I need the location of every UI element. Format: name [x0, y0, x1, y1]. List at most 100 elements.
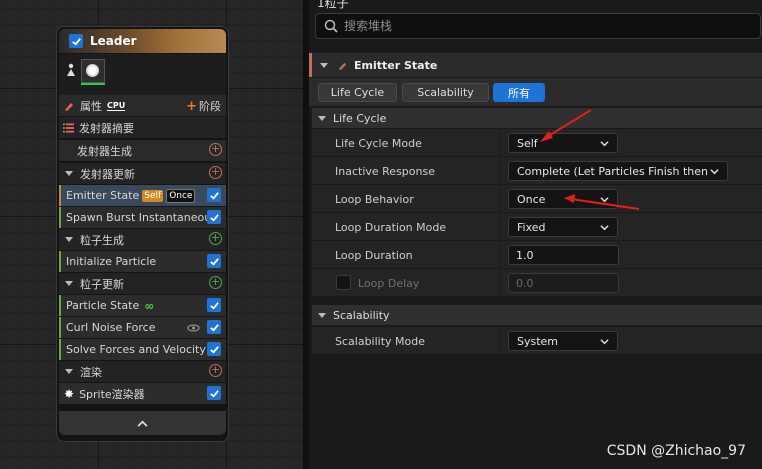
column-divider[interactable]	[499, 157, 500, 185]
prop-label: Loop Delay	[358, 277, 420, 290]
module-solve-forces[interactable]: Solve Forces and Velocity	[59, 339, 226, 360]
module-emitter-state[interactable]: Emitter State Self Once	[59, 185, 226, 206]
particle-update-label: 粒子更新	[80, 277, 124, 291]
column-divider[interactable]	[499, 213, 500, 241]
checkmark-icon	[209, 213, 219, 222]
category-life-cycle[interactable]: Life Cycle	[312, 108, 762, 128]
chevron-down-icon[interactable]	[65, 281, 73, 286]
emitter-spawn-row[interactable]: 发射器生成 +	[59, 140, 226, 161]
loop-duration-field[interactable]: 1.0	[508, 245, 619, 265]
prop-loop-duration-mode: Loop Duration Mode Fixed	[312, 213, 762, 241]
module-label: Solve Forces and Velocity	[66, 343, 206, 356]
add-stage-button[interactable]: + 阶段	[186, 98, 221, 114]
chevron-down-icon[interactable]	[318, 312, 326, 318]
module-label: Emitter State	[66, 189, 140, 202]
filter-scalability[interactable]: Scalability	[402, 83, 489, 102]
category-scalability[interactable]: Scalability	[312, 305, 762, 325]
sprite-renderer-row[interactable]: ✸ Sprite渲染器	[59, 383, 226, 404]
chevron-down-icon[interactable]	[65, 369, 73, 374]
search-input[interactable]	[342, 18, 726, 34]
prop-loop-behavior: Loop Behavior Once	[312, 185, 762, 213]
prop-loop-delay: Loop Delay 0.0	[312, 269, 762, 297]
scalability-mode-dropdown[interactable]: System	[508, 331, 618, 351]
chevron-down-icon[interactable]	[318, 115, 326, 121]
search-stack-field[interactable]	[315, 13, 761, 39]
module-enable-checkbox[interactable]	[207, 210, 221, 224]
inactive-response-dropdown[interactable]: Complete (Let Particles Finish then	[508, 161, 728, 181]
filter-life-cycle[interactable]: Life Cycle	[318, 83, 397, 102]
particle-spawn-label: 粒子生成	[80, 233, 124, 247]
life-cycle-mode-dropdown[interactable]: Self	[508, 133, 618, 153]
module-spawn-burst[interactable]: Spawn Burst Instantaneous	[59, 207, 226, 228]
module-initialize-particle[interactable]: Initialize Particle	[59, 251, 226, 272]
module-enable-checkbox[interactable]	[207, 254, 221, 268]
particle-spawn-row[interactable]: 粒子生成 +	[59, 229, 226, 250]
category-label: Scalability	[333, 308, 390, 322]
loop-behavior-dropdown[interactable]: Once	[508, 189, 618, 209]
dropdown-value: System	[517, 334, 559, 348]
module-enable-checkbox[interactable]	[207, 188, 221, 202]
emitter-node[interactable]: Leader 属性 CPU + 阶段 发射器摘要 发射器生成 + 发射器更新 +…	[56, 26, 229, 442]
column-divider[interactable]	[499, 185, 500, 213]
render-row[interactable]: 渲染 +	[59, 361, 226, 382]
selection-panel: 1粒子 Emitter State Life Cycle Scalability…	[309, 0, 762, 469]
prop-loop-duration: Loop Duration 1.0	[312, 241, 762, 269]
chevron-down-icon[interactable]	[320, 62, 328, 68]
module-curl-noise-force[interactable]: Curl Noise Force	[59, 317, 226, 338]
module-label: Initialize Particle	[66, 255, 157, 268]
self-badge: Self	[142, 189, 164, 202]
render-label: 渲染	[80, 365, 102, 379]
search-icon	[324, 19, 338, 33]
loop-delay-override-checkbox[interactable]	[336, 275, 351, 290]
column-divider[interactable]	[499, 129, 500, 157]
chevron-down-icon	[600, 225, 609, 231]
module-enable-checkbox[interactable]	[207, 298, 221, 312]
emitter-update-row[interactable]: 发射器更新 +	[59, 163, 226, 184]
chevron-up-icon	[137, 420, 148, 427]
filter-all[interactable]: 所有	[493, 83, 545, 102]
emitter-spawn-label: 发射器生成	[77, 144, 132, 158]
sprite-thumbnail[interactable]	[81, 59, 105, 83]
emitter-state-header[interactable]: Emitter State	[309, 53, 762, 77]
column-divider[interactable]	[499, 269, 500, 297]
watermark: CSDN @Zhichao_97	[606, 443, 746, 459]
collapse-button[interactable]	[59, 411, 226, 435]
properties-label: 属性	[80, 99, 102, 113]
column-divider[interactable]	[499, 241, 500, 269]
module-label: Particle State	[66, 299, 140, 312]
chevron-down-icon[interactable]	[65, 171, 73, 176]
module-label: Curl Noise Force	[66, 321, 156, 334]
checkmark-icon	[209, 301, 219, 310]
prop-inactive-response: Inactive Response Complete (Let Particle…	[312, 157, 762, 185]
module-enable-checkbox[interactable]	[207, 342, 221, 356]
graph-canvas[interactable]: Leader 属性 CPU + 阶段 发射器摘要 发射器生成 + 发射器更新 +…	[0, 0, 303, 469]
emitter-summary-row[interactable]: 发射器摘要	[59, 117, 226, 138]
prop-scalability-mode: Scalability Mode System	[312, 327, 762, 355]
module-enable-checkbox[interactable]	[207, 320, 221, 334]
chevron-down-icon	[600, 197, 609, 203]
renderer-enable-checkbox[interactable]	[207, 386, 221, 400]
once-badge: Once	[166, 188, 196, 203]
loop-duration-mode-dropdown[interactable]: Fixed	[508, 217, 618, 237]
node-header[interactable]: Leader	[59, 29, 226, 53]
checkmark-icon	[209, 257, 219, 266]
chevron-down-icon[interactable]	[65, 237, 73, 242]
node-enable-checkbox[interactable]	[69, 34, 83, 48]
module-label: Spawn Burst Instantaneous	[66, 211, 217, 224]
add-module-icon[interactable]: +	[209, 166, 222, 179]
add-renderer-icon[interactable]: +	[209, 364, 222, 377]
add-module-icon[interactable]: +	[209, 276, 222, 289]
loop-delay-field[interactable]: 0.0	[508, 273, 619, 293]
checkmark-icon	[209, 323, 219, 332]
properties-row[interactable]: 属性 CPU + 阶段	[59, 95, 226, 116]
module-particle-state[interactable]: Particle State ∞	[59, 295, 226, 316]
add-module-icon[interactable]: +	[209, 232, 222, 245]
sprite-burst-icon: ✸	[64, 386, 75, 401]
column-divider[interactable]	[499, 327, 500, 355]
add-module-icon[interactable]: +	[209, 143, 222, 156]
prop-label: Loop Duration Mode	[335, 221, 447, 234]
eye-icon[interactable]	[187, 324, 200, 332]
prop-life-cycle-mode: Life Cycle Mode Self	[312, 129, 762, 157]
prop-label: Loop Duration	[335, 249, 413, 262]
particle-update-row[interactable]: 粒子更新 +	[59, 273, 226, 294]
